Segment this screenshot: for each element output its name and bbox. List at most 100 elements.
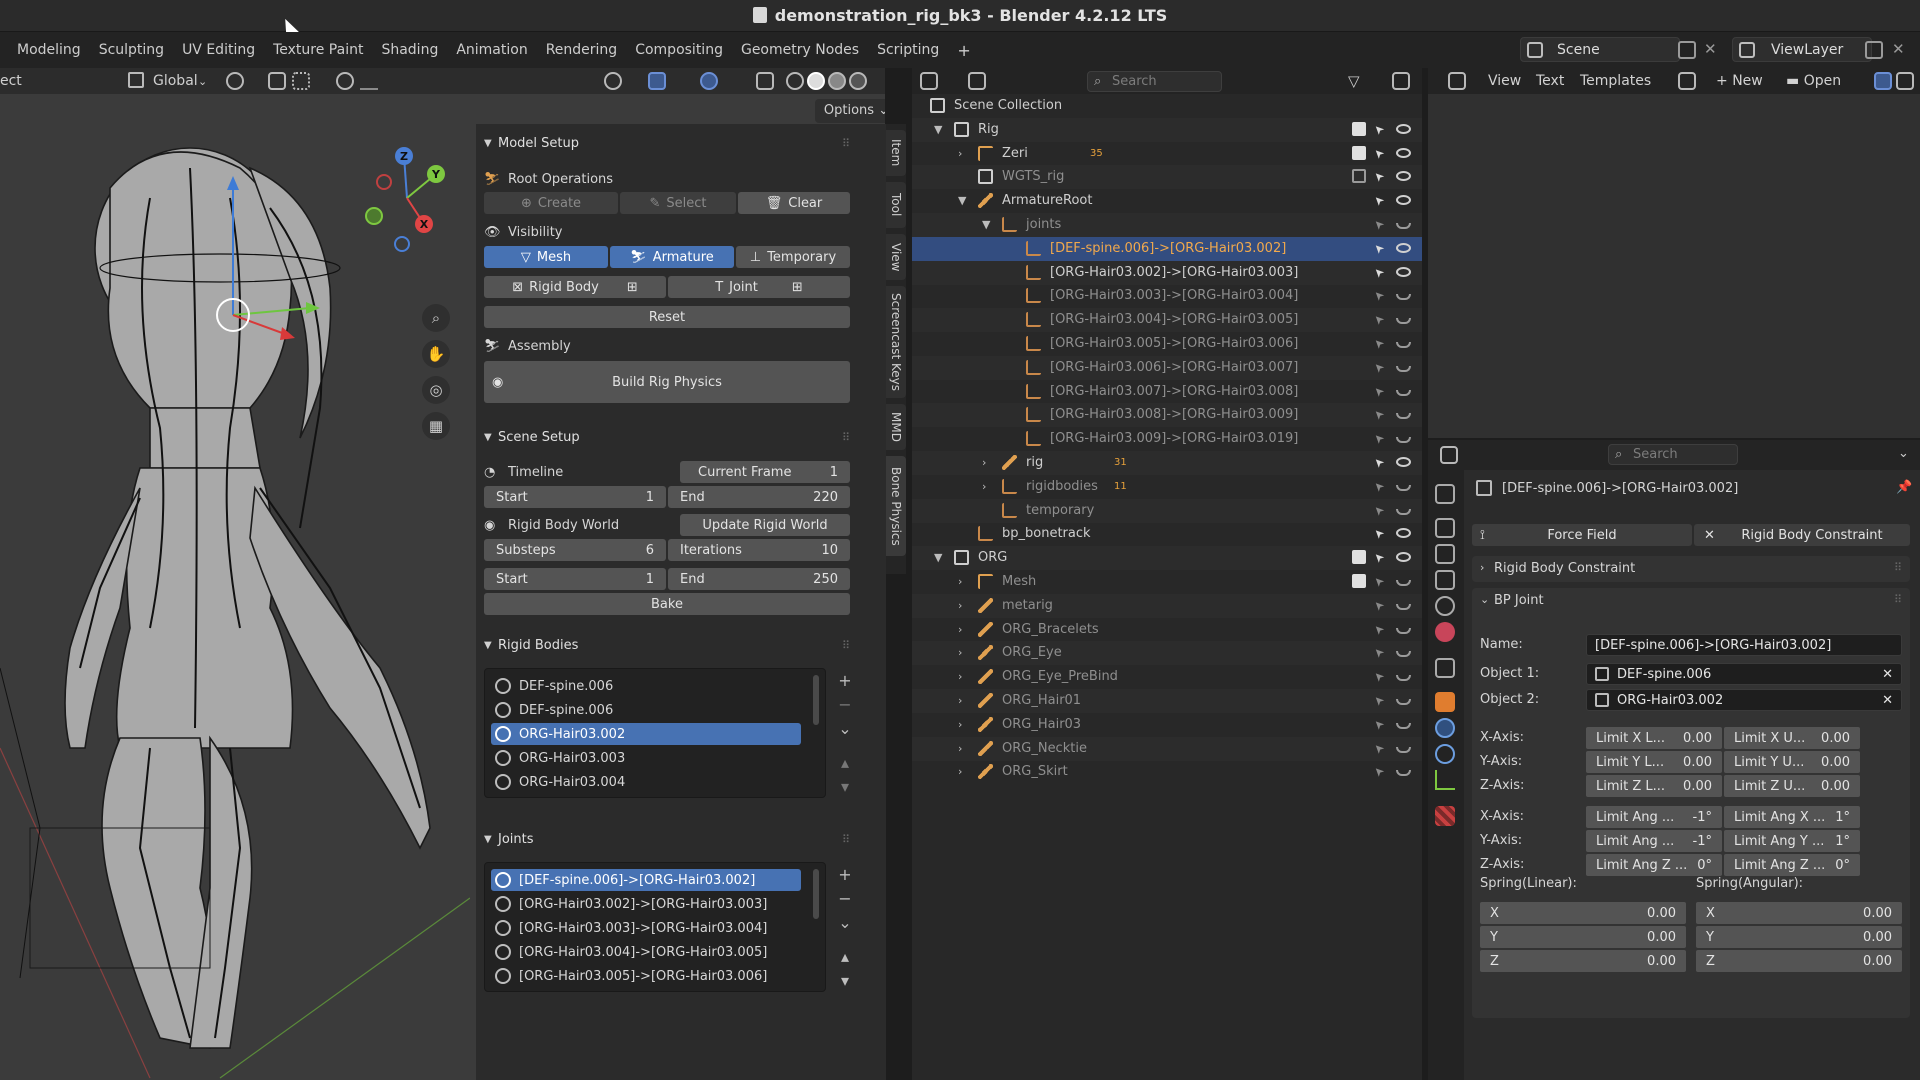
visibility-eye-icon[interactable] xyxy=(1396,437,1411,444)
outliner-row[interactable]: temporary ➤ xyxy=(912,498,1422,523)
drag-handle-icon[interactable]: ⠿ xyxy=(1894,561,1902,574)
outliner-row[interactable]: bp_bonetrack ➤ xyxy=(912,522,1422,546)
reset-button[interactable]: Reset xyxy=(484,306,850,328)
selectable-icon[interactable]: ➤ xyxy=(1369,596,1387,614)
upper-limit-field[interactable]: Limit Y U... 0.00 xyxy=(1724,751,1860,773)
lower-limit-field[interactable]: Limit Ang Z ... 0° xyxy=(1586,854,1722,876)
selectable-icon[interactable]: ➤ xyxy=(1369,738,1387,757)
scene-setup-header[interactable]: ▼ Scene Setup ⠿ xyxy=(484,426,850,448)
chevron-down-icon[interactable]: ⌄ xyxy=(1480,593,1489,606)
list-item[interactable]: DEF-spine.006 xyxy=(491,675,801,697)
visibility-eye-icon[interactable] xyxy=(1396,266,1411,277)
chevron-right-icon[interactable]: › xyxy=(958,765,962,778)
selectable-icon[interactable]: ➤ xyxy=(1369,715,1387,733)
upper-limit-field[interactable]: Limit Ang X ... 1° xyxy=(1724,806,1860,828)
outliner-search-input[interactable]: ⌕ Search xyxy=(1087,71,1222,92)
outliner-row[interactable]: [ORG-Hair03.008]->[ORG-Hair03.009] ➤ xyxy=(912,403,1422,428)
rigid-body-menu-button[interactable]: ⌄ xyxy=(834,718,856,740)
outliner-row[interactable]: › ORG_Skirt ➤ xyxy=(912,760,1422,784)
lower-limit-field[interactable]: Limit Z L... 0.00 xyxy=(1586,775,1722,797)
list-scrollbar[interactable] xyxy=(813,675,819,725)
visibility-eye-icon[interactable] xyxy=(1396,770,1411,777)
selectable-icon[interactable]: ➤ xyxy=(1369,762,1387,781)
display-mode-icon[interactable] xyxy=(968,72,986,90)
material-shading-icon[interactable] xyxy=(828,72,846,90)
selectable-icon[interactable]: ➤ xyxy=(1369,262,1387,281)
joint-menu-button[interactable]: ⌄ xyxy=(834,912,856,934)
list-item[interactable]: [DEF-spine.006]->[ORG-Hair03.002] xyxy=(491,869,801,891)
tab-view[interactable]: View xyxy=(886,234,906,280)
joints-header[interactable]: ▼ Joints ⠿ xyxy=(484,828,850,850)
spring-angular-field[interactable]: X 0.00 xyxy=(1696,902,1902,924)
upper-limit-field[interactable]: Limit Ang Y ... 1° xyxy=(1724,830,1860,852)
visibility-eye-icon[interactable] xyxy=(1396,242,1411,253)
visibility-eye-icon[interactable] xyxy=(604,72,622,90)
tab-texture-paint[interactable]: Texture Paint xyxy=(264,42,372,58)
move-up-button[interactable]: ▴ xyxy=(834,752,856,774)
tab-shading[interactable]: Shading xyxy=(372,42,447,58)
visibility-eye-icon[interactable] xyxy=(1396,457,1411,467)
tab-mmd[interactable]: MMD xyxy=(886,404,906,450)
tab-rendering[interactable]: Rendering xyxy=(537,42,627,58)
clear-object2-icon[interactable]: ✕ xyxy=(1882,693,1893,708)
spring-angular-field[interactable]: Z 0.00 xyxy=(1696,950,1902,972)
visibility-eye-icon[interactable] xyxy=(1396,147,1411,158)
spring-linear-field[interactable]: Z 0.00 xyxy=(1480,950,1686,972)
joints-list[interactable]: [DEF-spine.006]->[ORG-Hair03.002] [ORG-H… xyxy=(484,862,826,992)
constraints-tab-icon[interactable] xyxy=(1435,744,1455,764)
end-frame-field[interactable]: End 220 xyxy=(668,486,850,508)
chevron-right-icon[interactable]: › xyxy=(958,694,962,707)
drag-handle-icon[interactable]: ⠿ xyxy=(1894,593,1902,606)
tab-uv-editing[interactable]: UV Editing xyxy=(173,42,264,58)
visibility-eye-icon[interactable] xyxy=(1396,365,1411,372)
force-field-button[interactable]: ⟟ Force Field xyxy=(1472,524,1692,546)
snap-icon[interactable] xyxy=(268,72,286,90)
view-menu[interactable]: View xyxy=(1488,73,1521,89)
selectable-icon[interactable]: ➤ xyxy=(1369,239,1387,257)
line-numbers-icon[interactable] xyxy=(1874,72,1892,90)
model-setup-header[interactable]: ▼ Model Setup ⠿ xyxy=(484,132,850,154)
exclude-checkbox[interactable] xyxy=(1352,121,1366,136)
visibility-eye-icon[interactable] xyxy=(1396,722,1411,729)
outliner-row[interactable]: [ORG-Hair03.009]->[ORG-Hair03.019] ➤ xyxy=(912,427,1422,451)
text-browse-icon[interactable] xyxy=(1678,72,1696,90)
chevron-right-icon[interactable]: › xyxy=(958,742,962,755)
lower-limit-field[interactable]: Limit X L... 0.00 xyxy=(1586,727,1722,749)
options-dropdown[interactable]: Options ⌄ xyxy=(815,99,885,123)
outliner-row[interactable]: [ORG-Hair03.005]->[ORG-Hair03.006] ➤ xyxy=(912,332,1422,356)
visibility-eye-icon[interactable] xyxy=(1396,699,1411,705)
falloff-icon[interactable] xyxy=(360,72,378,90)
gizmo-icon[interactable] xyxy=(648,72,666,90)
close-scene-icon[interactable]: ✕ xyxy=(1704,40,1717,58)
new-scene-icon[interactable] xyxy=(1678,41,1696,59)
camera-view-icon[interactable]: ◎ xyxy=(422,376,450,404)
rigid-body-constraint-panel-header[interactable]: › Rigid Body Constraint ⠿ xyxy=(1472,556,1910,582)
chevron-down-icon[interactable]: ⌄ xyxy=(1898,446,1909,461)
visibility-eye-icon[interactable] xyxy=(1396,508,1411,515)
tab-geometry-nodes[interactable]: Geometry Nodes xyxy=(732,42,868,58)
iterations-field[interactable]: Iterations 10 xyxy=(668,539,850,561)
tab-item[interactable]: Item xyxy=(886,130,906,176)
properties-search-input[interactable]: ⌕ Search xyxy=(1608,444,1738,465)
visibility-eye-icon[interactable] xyxy=(1396,195,1411,206)
visibility-eye-icon[interactable] xyxy=(1396,651,1411,658)
text-menu[interactable]: Text xyxy=(1536,73,1564,89)
selectable-icon[interactable]: ➤ xyxy=(1369,572,1387,590)
editor-type-icon[interactable] xyxy=(1440,446,1458,464)
start-frame-field[interactable]: Start 1 xyxy=(484,486,666,508)
outliner-row[interactable]: ▼ Rig ➤ xyxy=(912,117,1422,142)
add-rigid-body-button[interactable]: + xyxy=(834,670,856,692)
lower-limit-field[interactable]: Limit Y L... 0.00 xyxy=(1586,751,1722,773)
visibility-eye-icon[interactable] xyxy=(1396,528,1411,539)
remove-joint-button[interactable]: − xyxy=(834,888,856,910)
scene-selector[interactable]: Scene xyxy=(1520,37,1680,62)
lower-limit-field[interactable]: Limit Ang ... -1° xyxy=(1586,806,1722,828)
pan-hand-icon[interactable]: ✋ xyxy=(422,340,450,368)
view-layer-tab-icon[interactable] xyxy=(1435,570,1455,590)
overlay-icon[interactable] xyxy=(700,72,718,90)
current-frame-field[interactable]: Current Frame 1 xyxy=(680,461,850,483)
selectable-icon[interactable]: ➤ xyxy=(1369,191,1387,209)
new-collection-icon[interactable] xyxy=(1392,72,1410,90)
add-workspace-button[interactable]: + xyxy=(948,41,979,60)
chevron-right-icon[interactable]: › xyxy=(958,670,962,683)
